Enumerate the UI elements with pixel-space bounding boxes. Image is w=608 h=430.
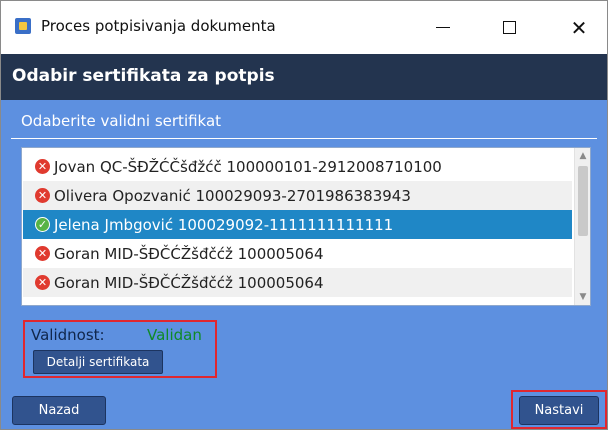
error-icon: ✕ xyxy=(35,159,50,174)
certificate-label: Goran MID-ŠĐČĆŽšđčćž 100005064 xyxy=(54,244,324,263)
certificate-item[interactable]: ✕ Olivera Opozvanić 100029093-2701986383… xyxy=(23,181,572,210)
certificate-item-selected[interactable]: ✓ Jelena Jmbgović 100029092-111111111111… xyxy=(23,210,572,239)
certificate-label: Jovan QC-ŠĐŽĆČšđžćč 100000101-2912008710… xyxy=(54,157,442,176)
certificate-item[interactable]: ✕ Goran MID-ŠĐČĆŽšđčćž 100005064 xyxy=(23,268,572,297)
minimize-icon xyxy=(436,27,450,28)
certificate-item[interactable]: ✕ Goran MID-ŠĐČĆŽšđčćž 100005064 xyxy=(23,239,572,268)
minimize-button[interactable] xyxy=(419,1,467,54)
app-icon xyxy=(15,18,31,34)
window-title: Proces potpisivanja dokumenta xyxy=(41,17,276,35)
title-bar: Proces potpisivanja dokumenta ✕ xyxy=(1,1,607,54)
check-icon: ✓ xyxy=(35,217,50,232)
certificate-item[interactable]: ✕ Jovan QC-ŠĐŽĆČšđžćč 100000101-29120087… xyxy=(23,152,572,181)
certificate-label: Goran MID-ŠĐČĆŽšđčćž 100005064 xyxy=(54,273,324,292)
maximize-icon xyxy=(502,21,516,34)
validity-label: Validnost: xyxy=(31,326,105,344)
section-header: Odabir sertifikata za potpis xyxy=(1,54,607,100)
certificate-details-button[interactable]: Detalji sertifikata xyxy=(33,350,163,374)
error-icon: ✕ xyxy=(35,246,50,261)
subheader-title: Odaberite validni sertifikat xyxy=(21,112,222,130)
close-icon: ✕ xyxy=(570,15,588,40)
certificate-label: Jelena Jmbgović 100029092-1111111111111 xyxy=(54,215,394,234)
scroll-down-icon[interactable]: ▼ xyxy=(575,289,590,305)
maximize-button[interactable] xyxy=(485,1,533,54)
next-highlight: Nastavi xyxy=(511,390,607,429)
next-button[interactable]: Nastavi xyxy=(519,396,599,425)
back-button[interactable]: Nazad xyxy=(12,396,106,425)
content-area: Odaberite validni sertifikat ✕ Jovan QC-… xyxy=(1,100,607,429)
validity-value: Validan xyxy=(147,326,202,344)
scroll-thumb[interactable] xyxy=(578,166,588,236)
error-icon: ✕ xyxy=(35,188,50,203)
error-icon: ✕ xyxy=(35,275,50,290)
certificate-list[interactable]: ✕ Jovan QC-ŠĐŽĆČšđžćč 100000101-29120087… xyxy=(21,147,591,306)
dialog-window: Proces potpisivanja dokumenta ✕ Odabir s… xyxy=(0,0,608,430)
list-scrollbar[interactable]: ▲ ▼ xyxy=(574,148,590,305)
validity-panel: Validnost: Validan Detalji sertifikata xyxy=(23,320,217,378)
close-button[interactable]: ✕ xyxy=(555,1,603,54)
certificate-label: Olivera Opozvanić 100029093-270198638394… xyxy=(54,186,411,205)
subheader: Odaberite validni sertifikat xyxy=(11,103,597,139)
section-header-title: Odabir sertifikata za potpis xyxy=(12,66,275,86)
scroll-up-icon[interactable]: ▲ xyxy=(575,148,590,164)
